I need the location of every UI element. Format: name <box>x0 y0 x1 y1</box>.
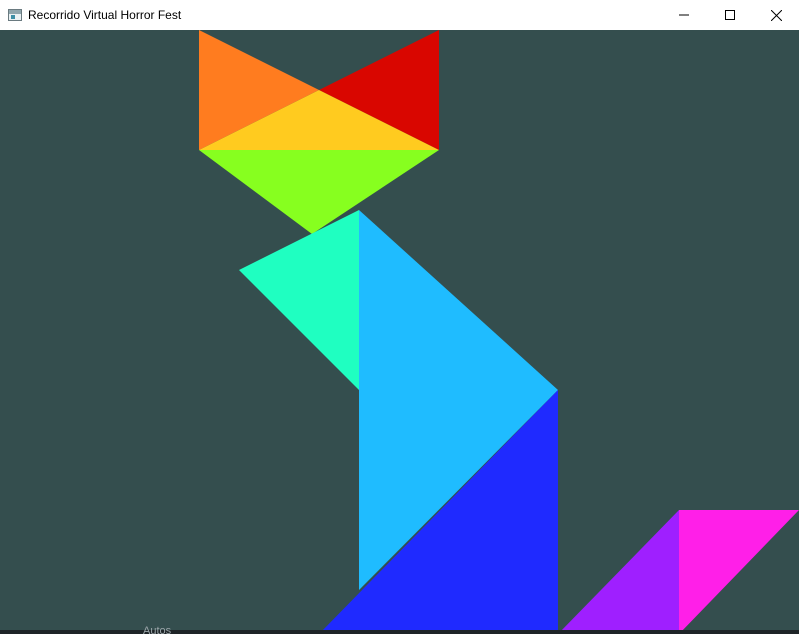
close-icon <box>770 9 782 21</box>
app-window: Recorrido Virtual Horror Fest Autos <box>0 0 799 634</box>
tail-right-triangle <box>679 510 799 634</box>
window-app-icon <box>8 9 22 21</box>
render-canvas[interactable] <box>0 30 799 634</box>
close-button[interactable] <box>753 0 799 30</box>
head-lower-triangle <box>199 150 439 234</box>
maximize-button[interactable] <box>707 0 753 30</box>
tangram-cat-scene <box>199 30 799 634</box>
background-window-text: Autos <box>143 626 172 634</box>
minimize-icon <box>679 14 689 16</box>
neck-triangle <box>239 210 359 390</box>
minimize-button[interactable] <box>661 0 707 30</box>
window-controls <box>661 0 799 30</box>
window-title: Recorrido Virtual Horror Fest <box>28 8 182 22</box>
tail-left-triangle <box>558 510 679 634</box>
background-window-strip <box>0 630 799 634</box>
title-bar[interactable]: Recorrido Virtual Horror Fest <box>0 0 799 30</box>
maximize-icon <box>725 10 735 20</box>
